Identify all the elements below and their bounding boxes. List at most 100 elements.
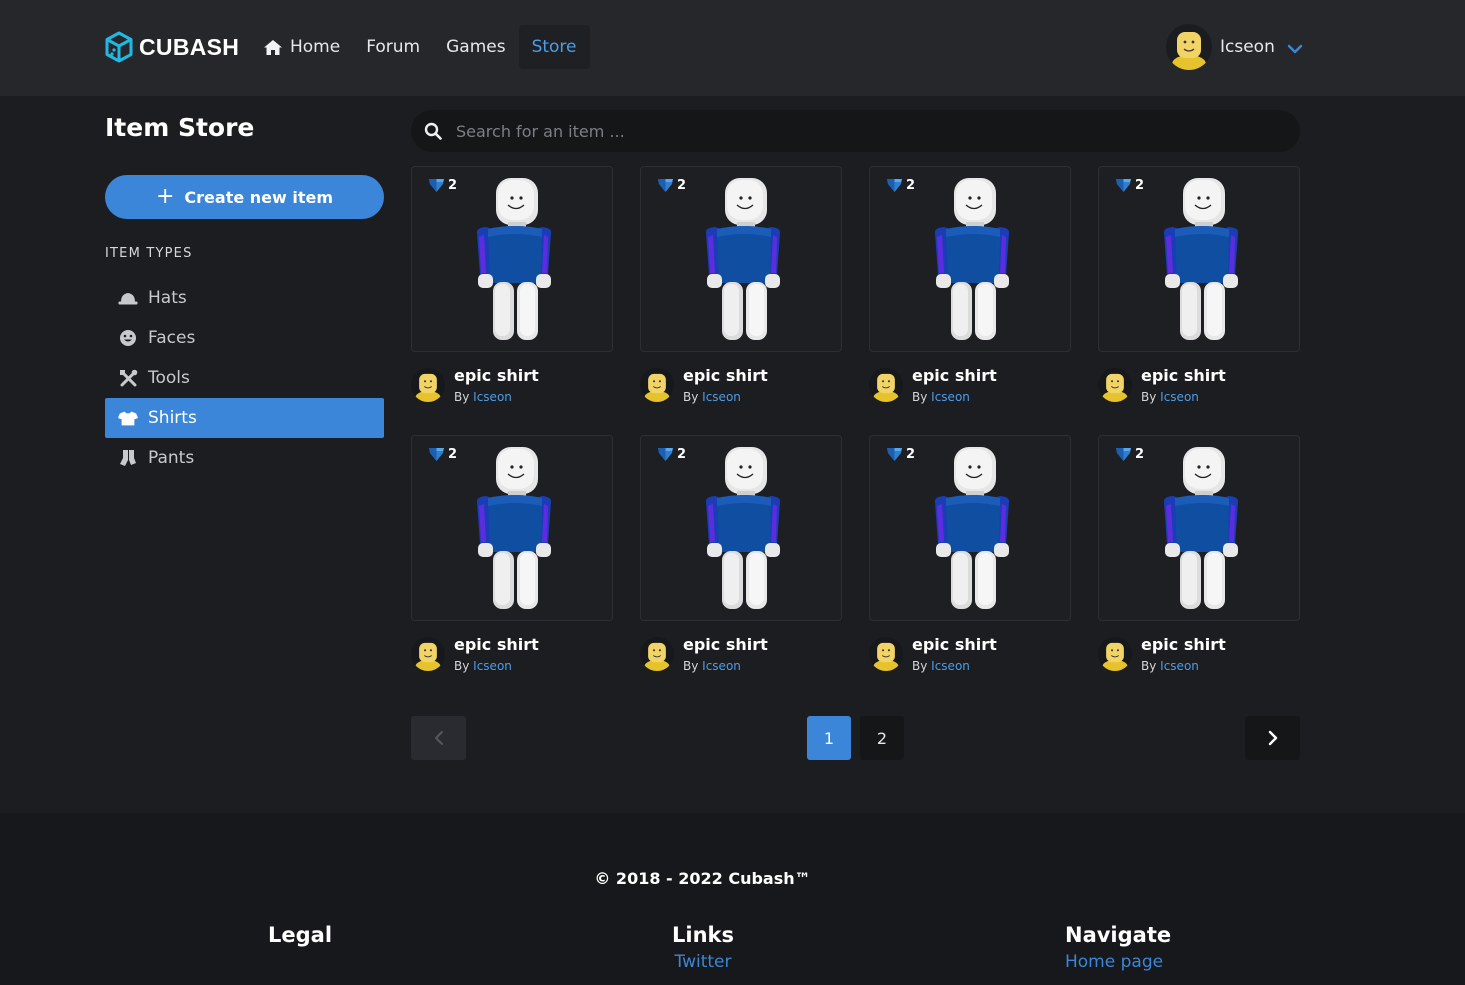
item-price: 2 [428, 447, 457, 462]
by-label: By [683, 659, 699, 673]
creator-avatar[interactable] [411, 637, 445, 671]
pagination-prev-button[interactable] [411, 716, 466, 760]
pagination-page-1[interactable]: 1 [807, 716, 851, 760]
creator-link[interactable]: Icseon [931, 659, 970, 673]
price-value: 2 [1135, 447, 1145, 462]
item-thumbnail[interactable]: 2 [869, 166, 1071, 352]
tools-icon [118, 369, 138, 388]
item-name[interactable]: epic shirt [912, 366, 997, 386]
item-name[interactable]: epic shirt [1141, 635, 1226, 655]
footer-legal-title: Legal [268, 923, 333, 947]
nav-link-forum[interactable]: Forum [353, 25, 433, 69]
item-card[interactable]: 2 epic shirt By Icseon [640, 435, 842, 691]
nav-link-home[interactable]: Home [250, 25, 353, 69]
item-meta: epic shirt By Icseon [411, 635, 613, 675]
creator-avatar[interactable] [1098, 368, 1132, 402]
navbar: CUBASH Home Forum Games Store Icseon [0, 0, 1465, 96]
create-item-button[interactable]: + Create new item [105, 175, 384, 219]
item-price: 2 [657, 447, 686, 462]
shirt-avatar-render [476, 447, 552, 609]
creator-link[interactable]: Icseon [473, 659, 512, 673]
page-title: Item Store [105, 113, 255, 142]
item-thumbnail[interactable]: 2 [1098, 435, 1300, 621]
item-card[interactable]: 2 epic shirt By Icseon [640, 166, 842, 422]
gem-currency-icon [429, 179, 444, 192]
cube-logo-icon [105, 31, 133, 63]
item-thumbnail[interactable]: 2 [640, 166, 842, 352]
item-meta: epic shirt By Icseon [1098, 366, 1300, 406]
creator-avatar[interactable] [640, 368, 674, 402]
item-grid: 2 epic shirt By Icseon 2 epic shirt By I… [411, 166, 1300, 691]
type-item-tools[interactable]: Tools [105, 358, 384, 398]
item-card[interactable]: 2 epic shirt By Icseon [869, 166, 1071, 422]
search-icon [424, 122, 442, 140]
item-name[interactable]: epic shirt [683, 366, 768, 386]
user-menu[interactable]: Icseon [1166, 24, 1303, 70]
price-value: 2 [677, 447, 687, 462]
item-name[interactable]: epic shirt [454, 635, 539, 655]
by-label: By [1141, 390, 1157, 404]
type-item-label: Tools [148, 368, 190, 388]
creator-link[interactable]: Icseon [702, 659, 741, 673]
by-label: By [454, 390, 470, 404]
nav-link-label: Forum [366, 37, 421, 57]
item-card[interactable]: 2 epic shirt By Icseon [1098, 435, 1300, 691]
creator-avatar[interactable] [1098, 637, 1132, 671]
username: Icseon [1220, 37, 1275, 57]
item-card[interactable]: 2 epic shirt By Icseon [411, 166, 613, 422]
item-name[interactable]: epic shirt [912, 635, 997, 655]
item-name[interactable]: epic shirt [683, 635, 768, 655]
creator-link[interactable]: Icseon [1160, 390, 1199, 404]
nav-link-games[interactable]: Games [433, 25, 518, 69]
by-label: By [683, 390, 699, 404]
item-meta: epic shirt By Icseon [411, 366, 613, 406]
item-thumbnail[interactable]: 2 [1098, 166, 1300, 352]
item-thumbnail[interactable]: 2 [869, 435, 1071, 621]
item-creator-line: By Icseon [454, 657, 539, 675]
creator-link[interactable]: Icseon [702, 390, 741, 404]
plus-icon: + [155, 183, 175, 209]
item-creator-line: By Icseon [912, 657, 997, 675]
pagination-next-button[interactable] [1245, 716, 1300, 760]
pagination-page-2[interactable]: 2 [860, 716, 904, 760]
type-item-label: Shirts [148, 408, 197, 428]
creator-avatar[interactable] [869, 368, 903, 402]
item-thumbnail[interactable]: 2 [411, 435, 613, 621]
item-thumbnail[interactable]: 2 [640, 435, 842, 621]
item-name[interactable]: epic shirt [454, 366, 539, 386]
creator-link[interactable]: Icseon [931, 390, 970, 404]
creator-link[interactable]: Icseon [473, 390, 512, 404]
creator-avatar[interactable] [640, 637, 674, 671]
search-input[interactable] [454, 120, 1258, 142]
item-card[interactable]: 2 epic shirt By Icseon [411, 435, 613, 691]
gem-currency-icon [658, 179, 673, 192]
item-card[interactable]: 2 epic shirt By Icseon [869, 435, 1071, 691]
create-item-label: Create new item [184, 187, 334, 207]
type-item-faces[interactable]: Faces [105, 318, 384, 358]
shirt-avatar-render [934, 178, 1010, 340]
footer-link-twitter[interactable]: Twitter [660, 949, 746, 975]
hat-icon [118, 291, 138, 305]
item-name[interactable]: epic shirt [1141, 366, 1226, 386]
type-item-hats[interactable]: Hats [105, 278, 384, 318]
creator-avatar[interactable] [411, 368, 445, 402]
footer-link-home-page[interactable]: Home page [1065, 949, 1171, 975]
copyright: © 2018 - 2022 Cubash™ [594, 869, 811, 888]
item-creator-line: By Icseon [683, 388, 768, 406]
footer-links-title: Links [672, 923, 734, 947]
gem-currency-icon [429, 448, 444, 461]
item-types-list: Hats Faces Tools Shirts Pants [105, 278, 384, 478]
creator-avatar[interactable] [869, 637, 903, 671]
nav-link-store[interactable]: Store [518, 25, 590, 69]
nav-links: Home Forum Games Store [250, 25, 590, 69]
type-item-pants[interactable]: Pants [105, 438, 384, 478]
item-thumbnail[interactable]: 2 [411, 166, 613, 352]
brand-logo[interactable]: CUBASH [104, 31, 239, 63]
item-card[interactable]: 2 epic shirt By Icseon [1098, 166, 1300, 422]
footer-links: Links Twitter [660, 921, 746, 975]
type-item-shirts[interactable]: Shirts [105, 398, 384, 438]
avatar [1166, 24, 1212, 70]
footer-navigate-title: Navigate [1065, 923, 1172, 947]
item-price: 2 [886, 178, 915, 193]
creator-link[interactable]: Icseon [1160, 659, 1199, 673]
